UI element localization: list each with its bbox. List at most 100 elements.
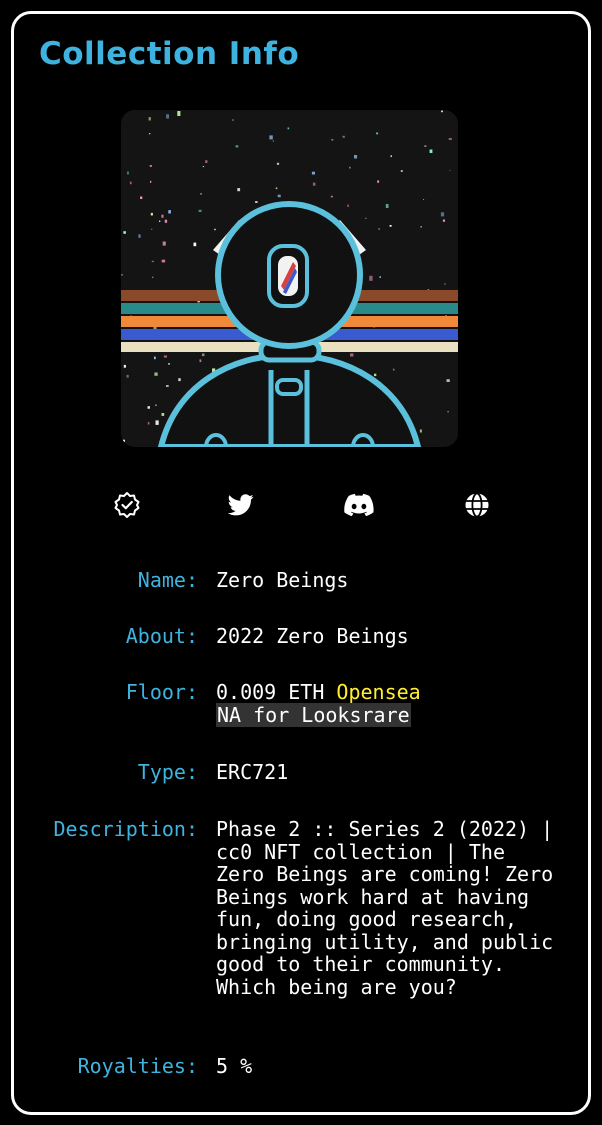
star	[166, 385, 169, 387]
star	[277, 194, 281, 198]
star	[276, 162, 280, 165]
star	[444, 283, 446, 285]
star	[449, 169, 451, 171]
star	[164, 219, 168, 223]
star	[237, 188, 241, 192]
star	[163, 355, 167, 358]
star	[178, 378, 181, 382]
star	[140, 196, 143, 199]
globe-icon	[465, 492, 489, 518]
star	[177, 111, 181, 116]
star	[166, 114, 169, 119]
star	[423, 199, 425, 200]
star	[365, 217, 367, 219]
star	[269, 135, 273, 140]
verified-link[interactable]	[112, 490, 142, 520]
discord-icon	[344, 493, 374, 517]
star	[390, 155, 392, 158]
star	[151, 260, 154, 263]
star	[138, 234, 141, 238]
star	[330, 195, 333, 198]
collection-image	[121, 110, 458, 447]
about-label: About:	[125, 624, 198, 648]
star	[129, 181, 132, 185]
star	[150, 180, 152, 183]
star	[123, 231, 126, 234]
star	[400, 170, 403, 172]
star	[193, 242, 197, 247]
star	[378, 228, 380, 230]
name-label: Name:	[137, 568, 198, 592]
opensea-link[interactable]: Opensea	[336, 680, 420, 704]
star	[420, 226, 422, 228]
type-label: Type:	[137, 760, 198, 784]
star	[205, 160, 208, 163]
star	[199, 359, 202, 363]
website-link[interactable]	[462, 490, 492, 520]
star	[440, 212, 445, 217]
star	[161, 413, 165, 416]
star	[255, 201, 258, 203]
star	[311, 171, 315, 175]
star	[377, 180, 380, 183]
star	[272, 140, 274, 142]
floor-value-group: 0.009 ETH Opensea NA for Looksrare	[216, 680, 556, 727]
star	[376, 132, 379, 135]
looksrare-floor: NA for Looksrare	[216, 702, 411, 727]
star	[369, 275, 373, 281]
star	[202, 166, 205, 168]
star	[121, 274, 124, 276]
star	[275, 187, 278, 190]
star	[198, 209, 202, 212]
star	[155, 420, 159, 425]
star	[127, 171, 129, 175]
verified-badge-icon	[114, 492, 140, 518]
star	[159, 220, 161, 222]
star	[154, 372, 158, 376]
discord-link[interactable]	[344, 490, 374, 520]
twitter-icon	[228, 494, 254, 516]
star	[446, 379, 450, 382]
floor-value: 0.009 ETH	[216, 680, 325, 704]
star	[214, 228, 216, 231]
star	[155, 404, 157, 406]
star	[385, 204, 389, 208]
star	[168, 363, 170, 365]
star	[149, 165, 152, 167]
star	[162, 241, 166, 246]
star	[347, 204, 349, 207]
star	[148, 117, 151, 121]
star	[354, 155, 358, 159]
star	[447, 411, 449, 413]
star	[147, 406, 150, 409]
about-value: 2022 Zero Beings	[216, 624, 409, 648]
star	[442, 219, 445, 222]
star	[161, 214, 164, 218]
royalties-label: Royalties:	[77, 1054, 198, 1078]
star	[424, 145, 427, 147]
star	[200, 193, 202, 195]
star	[374, 373, 377, 377]
star	[123, 364, 126, 368]
star	[342, 135, 345, 138]
star	[287, 127, 290, 130]
social-links	[100, 490, 500, 520]
description-value: Phase 2 :: Series 2 (2022) | cc0 NFT col…	[216, 817, 554, 999]
star	[349, 166, 351, 169]
star	[147, 422, 150, 425]
star	[441, 110, 443, 113]
star	[151, 228, 153, 230]
twitter-link[interactable]	[226, 490, 256, 520]
star	[379, 276, 381, 278]
star	[126, 374, 129, 378]
star	[154, 356, 156, 360]
type-value: ERC721	[216, 760, 289, 784]
star	[389, 225, 392, 227]
star	[331, 139, 334, 141]
star	[152, 276, 154, 278]
star	[150, 212, 153, 216]
floor-label: Floor:	[125, 680, 198, 704]
royalties-value: 5 %	[216, 1054, 253, 1078]
star	[392, 368, 395, 371]
star	[148, 133, 151, 135]
